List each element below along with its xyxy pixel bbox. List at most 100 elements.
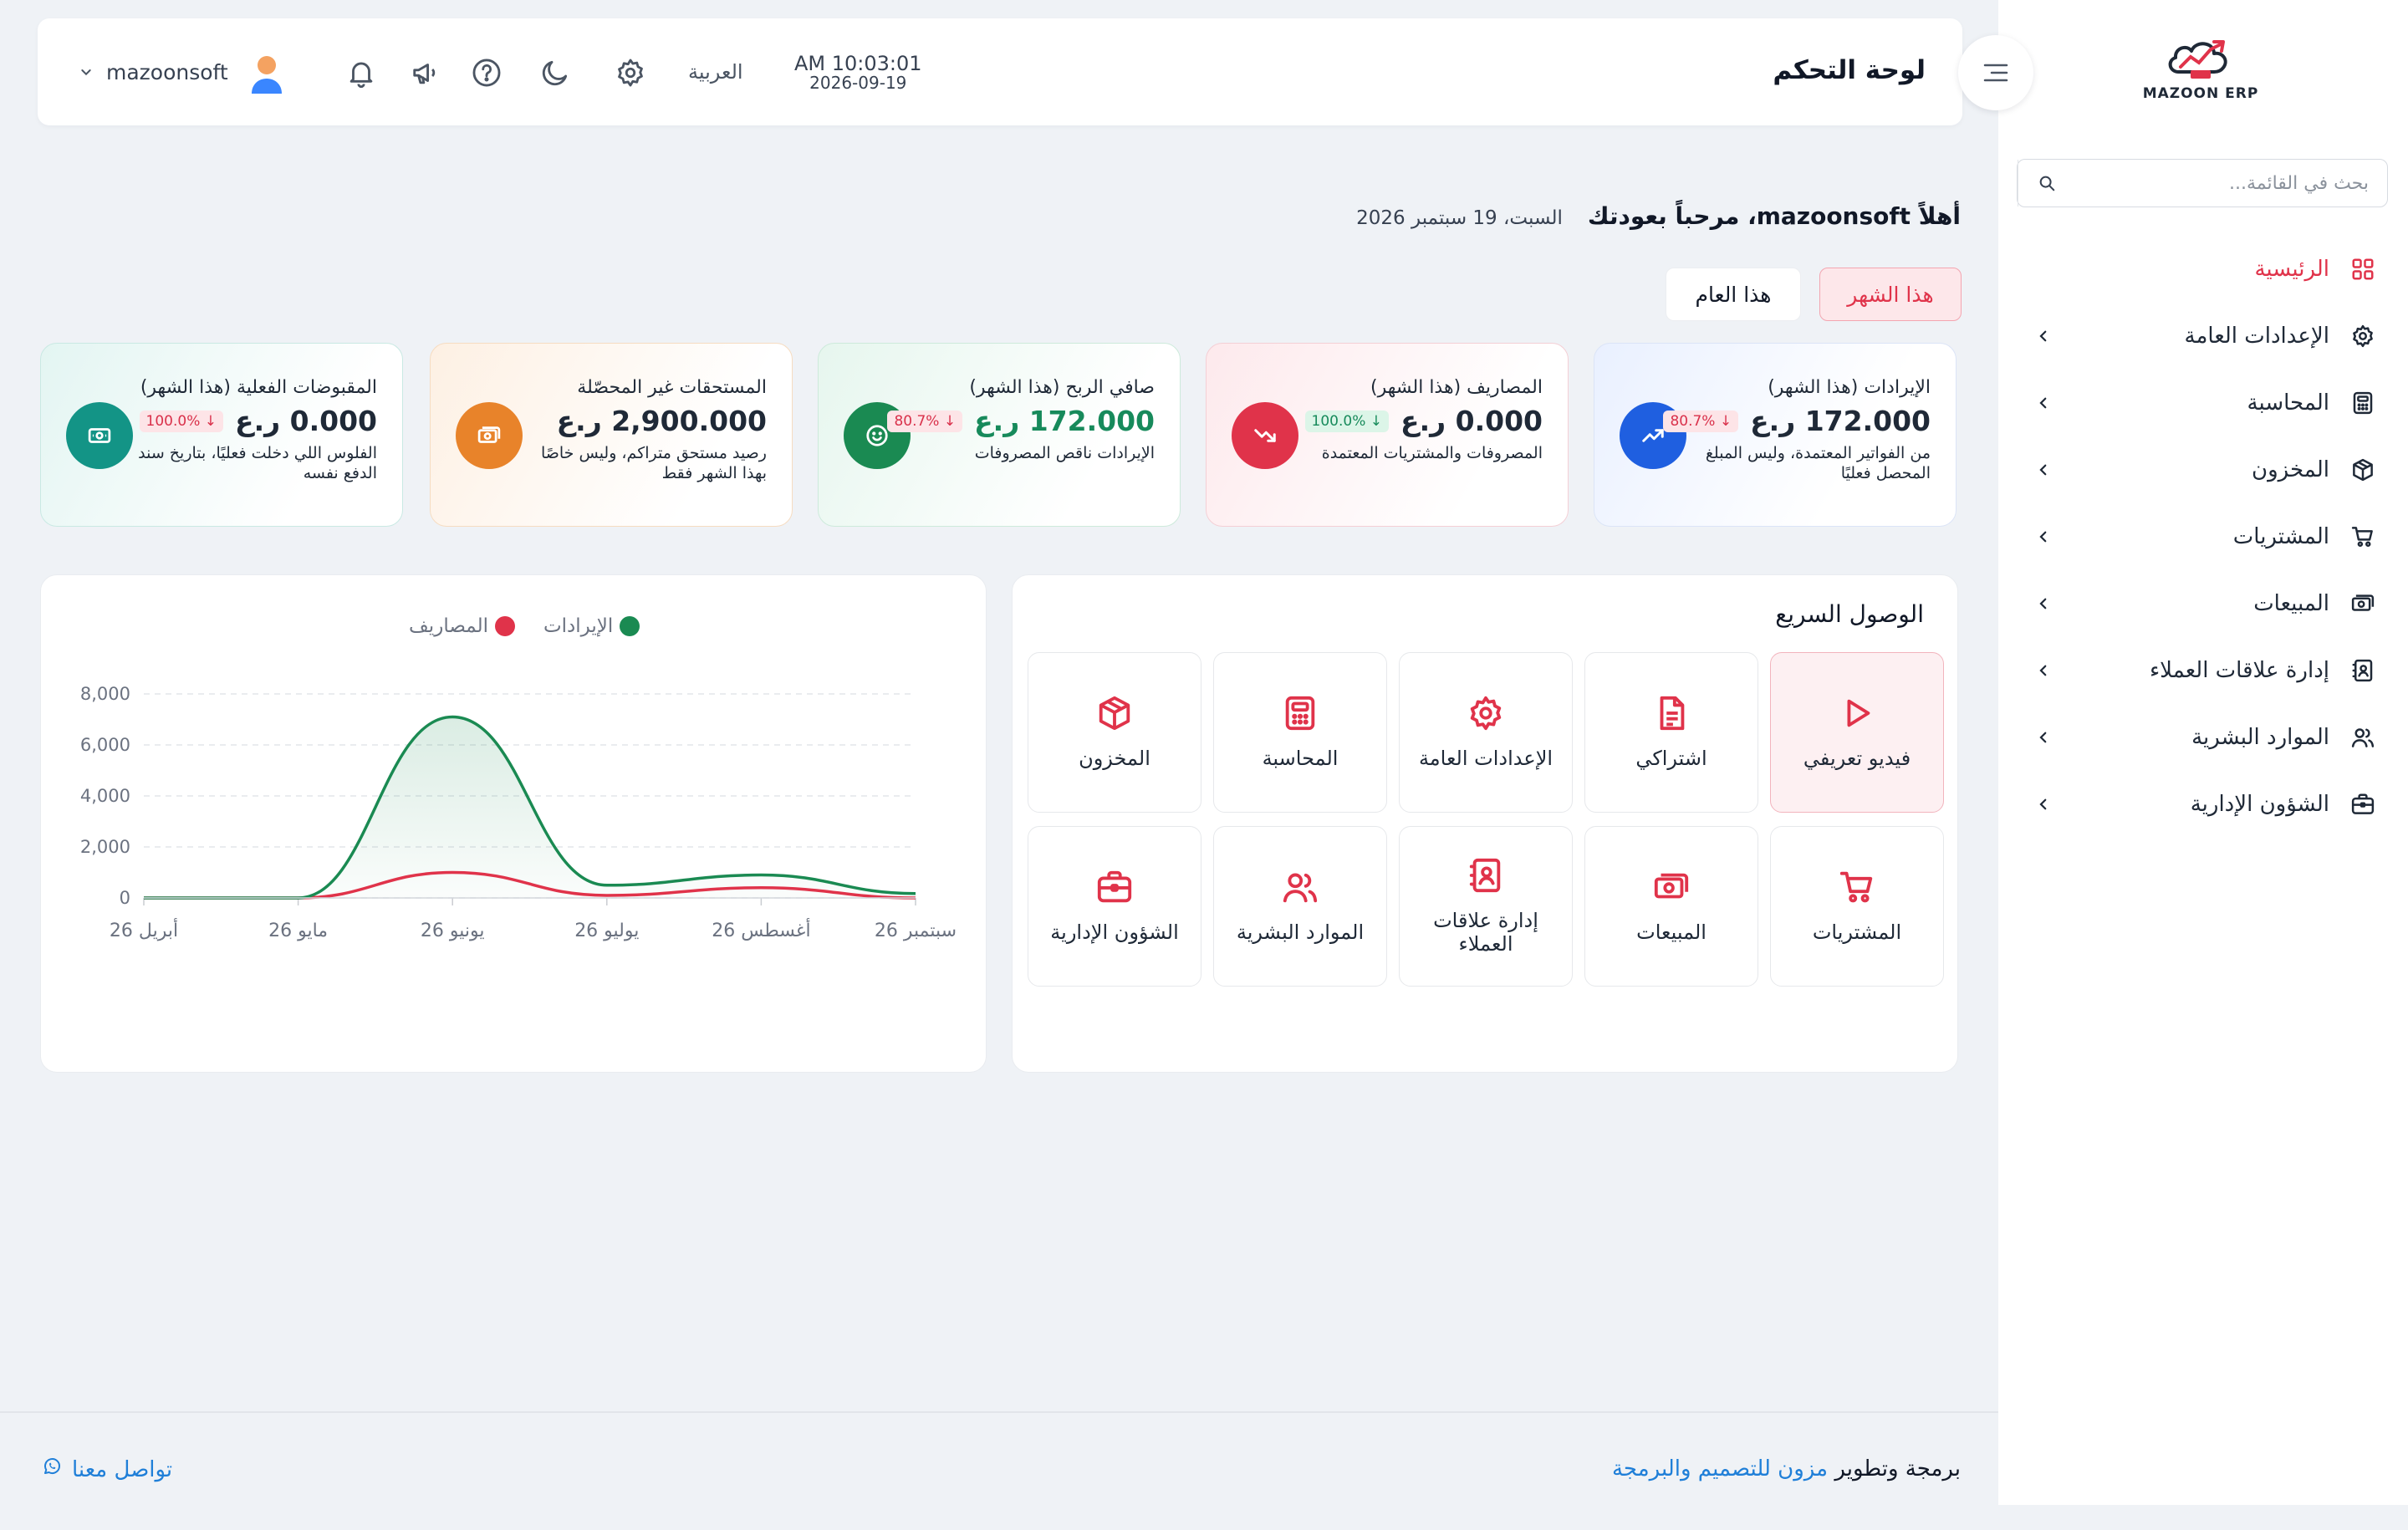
search-icon[interactable] bbox=[2018, 160, 2074, 207]
sidebar-item-admin-affairs[interactable]: الشؤون الإدارية bbox=[1998, 771, 2408, 838]
quick-tile-label: الموارد البشرية bbox=[1236, 921, 1365, 945]
quick-tile-hr[interactable]: الموارد البشرية bbox=[1213, 826, 1387, 987]
whatsapp-icon bbox=[42, 1456, 62, 1482]
page-title: لوحة التحكم bbox=[1773, 55, 1926, 85]
stat-card-receivables: المستحقات غير المحصّلة 2,900.000 ر.ع رصي… bbox=[430, 343, 793, 527]
chevron-down-icon[interactable] bbox=[79, 65, 93, 82]
stat-value: 0.000 ر.ع bbox=[1400, 405, 1543, 437]
sidebar-item-sales[interactable]: المبيعات bbox=[1998, 570, 2408, 637]
revenue-expenses-chart-panel: الإيرادات المصاريف 0 2,000 4,000 6,000 8,000… bbox=[40, 574, 987, 1073]
sidebar-item-inventory[interactable]: المخزون bbox=[1998, 436, 2408, 503]
quick-tile-sales[interactable]: المبيعات bbox=[1584, 826, 1758, 987]
megaphone-icon[interactable] bbox=[407, 54, 446, 92]
users-icon bbox=[1281, 868, 1319, 910]
sidebar-item-home[interactable]: الرئيسية bbox=[1998, 236, 2408, 303]
box-icon bbox=[2348, 457, 2378, 482]
quick-tile-subscription[interactable]: اشتراكي bbox=[1584, 652, 1758, 813]
x-tick-label: سبتمبر 26 bbox=[875, 921, 957, 941]
x-tick-label: أبريل 26 bbox=[110, 918, 178, 941]
quick-tile-label: الشؤون الإدارية bbox=[1050, 921, 1179, 945]
document-icon bbox=[1652, 694, 1691, 736]
menu-icon bbox=[1983, 64, 2008, 82]
quick-tile-label: إدارة علاقات العملاء bbox=[1433, 909, 1538, 956]
period-this-month-button[interactable]: هذا الشهر bbox=[1819, 268, 1962, 321]
banknote-icon bbox=[66, 402, 133, 469]
stat-label: صافي الربح (هذا الشهر) bbox=[969, 377, 1155, 398]
avatar[interactable] bbox=[245, 52, 288, 95]
stat-description: الإيرادات ناقص المصروفات bbox=[974, 444, 1155, 462]
stat-change-badge: ↓ 100.0% bbox=[139, 410, 224, 432]
chevron-left-icon bbox=[2032, 730, 2055, 745]
quick-tile-intro-video[interactable]: فيديو تعريفي bbox=[1770, 652, 1944, 813]
moon-icon[interactable] bbox=[536, 54, 574, 92]
menu-toggle-button[interactable] bbox=[1958, 35, 2033, 110]
quick-tile-admin-affairs[interactable]: الشؤون الإدارية bbox=[1028, 826, 1201, 987]
bell-icon[interactable] bbox=[342, 54, 380, 92]
quick-tile-label: المحاسبة bbox=[1262, 747, 1339, 771]
welcome-greeting: أهلاً mazoonsoft، مرحباً بعودتك bbox=[1587, 202, 1961, 230]
chevron-left-icon bbox=[2032, 797, 2055, 812]
username[interactable]: mazoonsoft bbox=[106, 60, 228, 84]
quick-tile-inventory[interactable]: المخزون bbox=[1028, 652, 1201, 813]
quick-tile-label: المبيعات bbox=[1636, 921, 1707, 945]
footer-divider bbox=[0, 1411, 1998, 1413]
help-icon[interactable] bbox=[467, 54, 506, 92]
stat-value: 0.000 ر.ع bbox=[235, 405, 377, 437]
stat-description: رصيد مستحق متراكم، وليس خاصًا بهذا الشهر… bbox=[540, 444, 767, 482]
gear-icon[interactable] bbox=[611, 54, 650, 92]
contact-us-label: تواصل معنا bbox=[72, 1456, 173, 1482]
contact-us-link[interactable]: تواصل معنا bbox=[42, 1456, 172, 1482]
brand-logo[interactable]: MAZOON ERP bbox=[2142, 33, 2259, 102]
sidebar: MAZOON ERP الرئيسية الإعدادات العامة الم… bbox=[1998, 0, 2408, 1505]
stat-change-badge: ↓ 80.7% bbox=[1663, 410, 1739, 432]
sidebar-item-crm[interactable]: إدارة علاقات العملاء bbox=[1998, 637, 2408, 704]
chevron-left-icon bbox=[2032, 529, 2055, 544]
sidebar-item-general-settings[interactable]: الإعدادات العامة bbox=[1998, 303, 2408, 370]
sidebar-item-hr[interactable]: الموارد البشرية bbox=[1998, 704, 2408, 771]
stat-card-expenses: المصاريف (هذا الشهر) 0.000 ر.ع ↓ 100.0% … bbox=[1206, 343, 1569, 527]
trend-down-icon bbox=[1232, 402, 1298, 469]
cash-icon bbox=[1652, 868, 1691, 910]
clock-time: AM 10:03:01 bbox=[794, 52, 922, 75]
sidebar-item-purchases[interactable]: المشتريات bbox=[1998, 503, 2408, 570]
cash-icon bbox=[456, 402, 523, 469]
y-tick-label: 6,000 bbox=[80, 735, 130, 755]
revenue-area bbox=[144, 717, 916, 898]
quick-tile-label: الإعدادات العامة bbox=[1418, 747, 1553, 771]
top-header: لوحة التحكم AM 10:03:01 2026-09-19 العرب… bbox=[38, 18, 1962, 125]
cash-icon bbox=[2348, 591, 2378, 616]
sidebar-item-label: الموارد البشرية bbox=[2191, 725, 2329, 750]
play-icon bbox=[1838, 694, 1876, 736]
sidebar-search-input[interactable] bbox=[2074, 160, 2387, 207]
chevron-left-icon bbox=[2032, 395, 2055, 411]
gear-icon bbox=[2348, 324, 2378, 349]
quick-tile-accounting[interactable]: المحاسبة bbox=[1213, 652, 1387, 813]
sidebar-item-accounting[interactable]: المحاسبة bbox=[1998, 370, 2408, 436]
chevron-left-icon bbox=[2032, 663, 2055, 678]
language-switch[interactable]: العربية bbox=[688, 60, 743, 84]
cloud-chart-logo-icon bbox=[2168, 40, 2227, 79]
stat-description: من الفواتير المعتمدة، وليس المبلغ المحصل… bbox=[1705, 444, 1931, 482]
contacts-icon bbox=[1467, 856, 1505, 898]
stat-label: المستحقات غير المحصّلة bbox=[577, 377, 767, 398]
quick-tile-general-settings[interactable]: الإعدادات العامة bbox=[1399, 652, 1573, 813]
stat-label: الإيرادات (هذا الشهر) bbox=[1768, 377, 1931, 398]
chevron-left-icon bbox=[2032, 462, 2055, 477]
gear-icon bbox=[1467, 694, 1505, 736]
stat-value: 172.000 ر.ع bbox=[1750, 405, 1931, 437]
x-tick-label: مايو 26 bbox=[268, 921, 328, 941]
stat-description: الفلوس اللي دخلت فعليًا، بتاريخ سند الدف… bbox=[138, 444, 377, 482]
quick-tile-purchases[interactable]: المشتريات bbox=[1770, 826, 1944, 987]
quick-access-panel: الوصول السريع فيديو تعريفي اشتراكي الإعد… bbox=[1012, 574, 1958, 1073]
cart-icon bbox=[2348, 524, 2378, 549]
chevron-left-icon bbox=[2032, 329, 2055, 344]
sidebar-nav: الرئيسية الإعدادات العامة المحاسبة المخز… bbox=[1998, 236, 2408, 838]
sidebar-search bbox=[2017, 159, 2388, 207]
stat-value: 172.000 ر.ع bbox=[974, 405, 1155, 437]
stat-change-badge: ↓ 100.0% bbox=[1304, 410, 1390, 432]
quick-tile-crm[interactable]: إدارة علاقات العملاء bbox=[1399, 826, 1573, 987]
period-this-year-button[interactable]: هذا العام bbox=[1666, 268, 1801, 321]
footer-company-link[interactable]: مزون للتصميم والبرمجة bbox=[1612, 1456, 1828, 1482]
quick-tile-label: المخزون bbox=[1079, 747, 1150, 771]
stat-card-revenue: الإيرادات (هذا الشهر) 172.000 ر.ع ↓ 80.7… bbox=[1594, 343, 1956, 527]
